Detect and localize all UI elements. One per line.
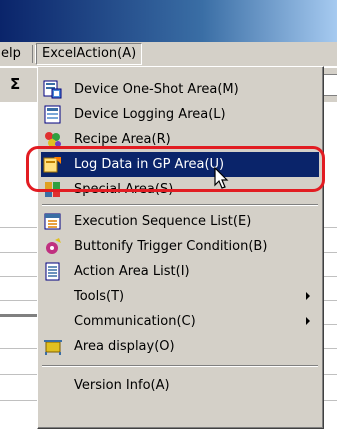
menu-separator [42,204,318,206]
menu-item-label: Buttonify Trigger Condition(B) [74,239,268,254]
menu-item-label: Device One-Shot Area(M) [74,82,239,97]
menu-item-label: Area display(O) [74,339,175,354]
execution-sequence-icon [43,212,63,231]
spreadsheet-grid-right [323,102,337,427]
menu-item-tools[interactable]: Tools(T) [41,284,319,309]
device-one-shot-icon [43,80,63,99]
menu-item-device-logging[interactable]: Device Logging Area(L) [41,102,319,127]
buttonify-trigger-icon [43,237,63,256]
device-logging-icon [43,105,63,124]
title-bar [0,0,337,42]
menu-separator [42,365,318,367]
menu-item-label: Version Info(A) [74,378,170,393]
menu-item-communication[interactable]: Communication(C) [41,309,319,334]
mouse-pointer-icon [214,166,230,195]
menu-item-execution-sequence[interactable]: Execution Sequence List(E) [41,209,319,234]
menu-item-label: Communication(C) [74,314,196,329]
excel-action-dropdown: Device One-Shot Area(M) Device Logging A… [37,66,324,429]
menu-bar: elp ExcelAction(A) [0,42,337,67]
menu-item-device-one-shot[interactable]: Device One-Shot Area(M) [41,77,319,102]
menu-item-area-display[interactable]: Area display(O) [41,334,319,359]
autosum-icon[interactable]: Σ [10,75,20,93]
menu-item-label: Action Area List(I) [74,264,190,279]
menu-item-version-info[interactable]: Version Info(A) [41,373,319,398]
menu-item-label: Execution Sequence List(E) [74,214,252,229]
menu-item-action-area-list[interactable]: Action Area List(I) [41,259,319,284]
menu-excel-action[interactable]: ExcelAction(A) [36,43,143,65]
menu-item-label: Device Logging Area(L) [74,107,226,122]
menu-help-partial[interactable]: elp [1,46,21,61]
submenu-arrow-icon [306,292,310,300]
area-display-icon [43,337,63,356]
action-area-list-icon [43,262,63,281]
highlight-ring [26,146,325,192]
menu-item-label: Tools(T) [74,289,125,304]
submenu-arrow-icon [306,317,310,325]
menu-item-buttonify-trigger[interactable]: Buttonify Trigger Condition(B) [41,234,319,259]
